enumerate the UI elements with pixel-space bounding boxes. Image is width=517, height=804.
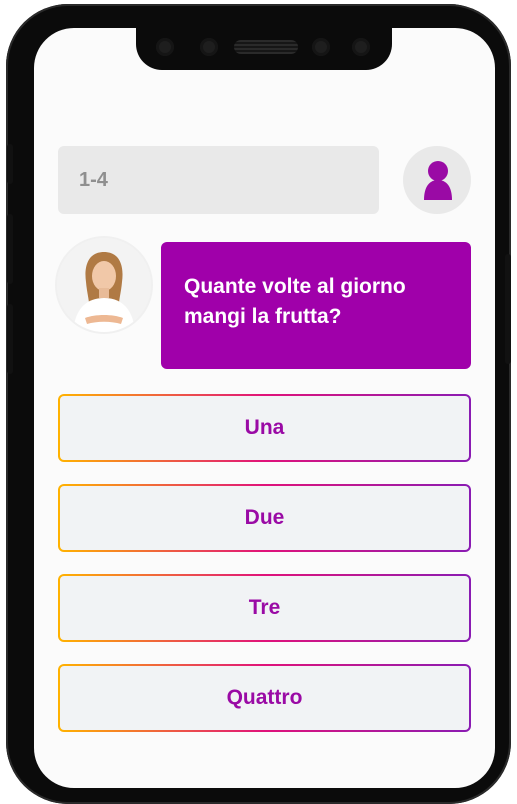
person-photo-icon — [57, 238, 151, 332]
answer-option-4[interactable]: Quattro — [58, 664, 471, 732]
phone-screen: 1-4 Quante volte al giorno mangi la frut… — [34, 28, 495, 788]
answer-label: Tre — [248, 596, 281, 619]
question-text: Quante volte al giorno mangi la frutta? — [184, 275, 406, 328]
range-input-field[interactable]: 1-4 — [58, 146, 379, 214]
sensor-icon — [312, 38, 330, 56]
sensor-icon — [156, 38, 174, 56]
user-avatar-button[interactable] — [403, 146, 471, 214]
speaker-grille — [234, 40, 298, 54]
phone-notch — [136, 28, 392, 70]
range-value: 1-4 — [79, 168, 108, 191]
answer-label: Due — [244, 506, 285, 529]
answer-label: Una — [244, 416, 285, 439]
question-bubble: Quante volte al giorno mangi la frutta? — [161, 242, 471, 369]
camera-icon — [352, 38, 370, 56]
sensor-icon — [200, 38, 218, 56]
answer-label: Quattro — [226, 686, 303, 709]
mute-switch — [7, 144, 13, 184]
volume-up-button — [7, 214, 13, 284]
answer-option-1[interactable]: Una — [58, 394, 471, 462]
volume-down-button — [7, 304, 13, 374]
assistant-avatar — [57, 238, 151, 332]
answer-option-2[interactable]: Due — [58, 484, 471, 552]
power-button — [505, 254, 511, 364]
user-icon — [424, 161, 452, 200]
phone-frame: 1-4 Quante volte al giorno mangi la frut… — [6, 4, 511, 804]
answer-option-3[interactable]: Tre — [58, 574, 471, 642]
